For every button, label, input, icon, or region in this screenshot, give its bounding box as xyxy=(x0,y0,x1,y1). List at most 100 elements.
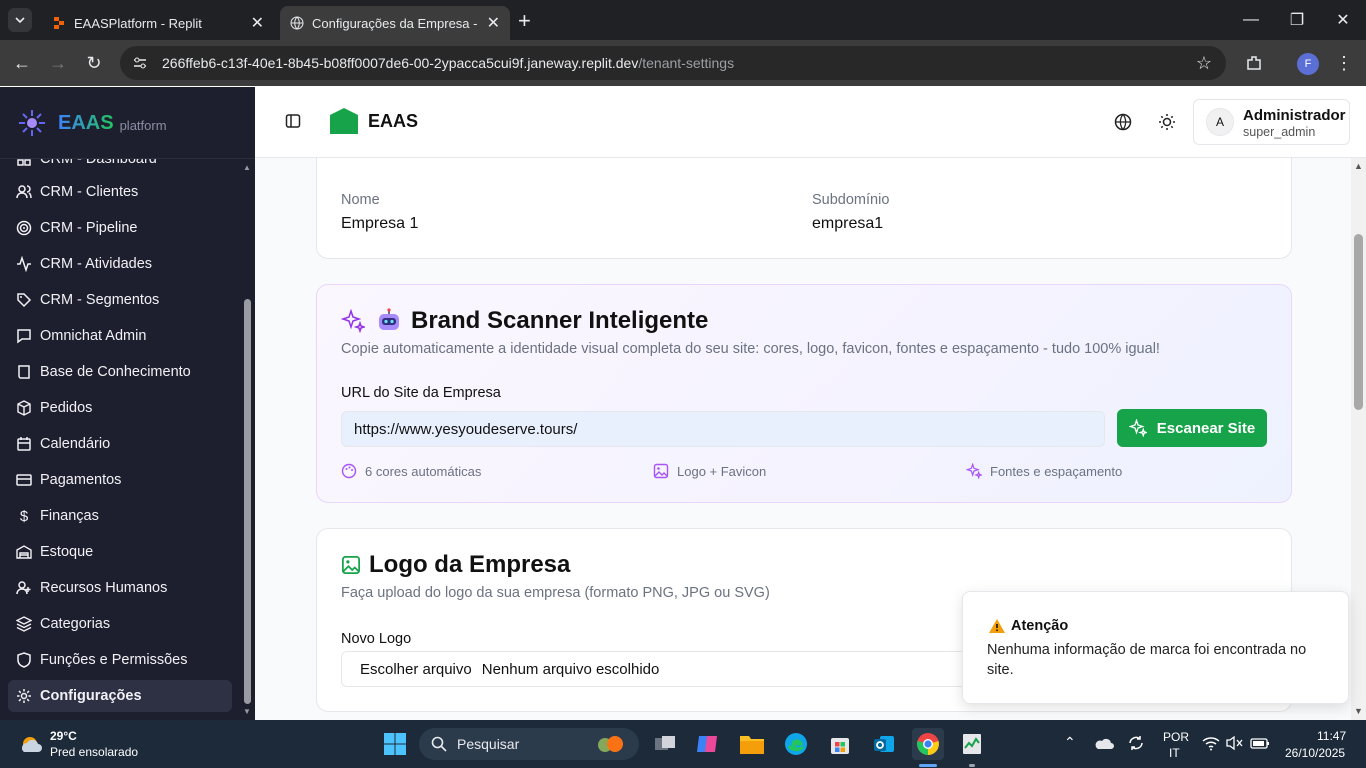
feature-logo-label: Logo + Favicon xyxy=(677,463,767,479)
warehouse-icon xyxy=(16,544,32,560)
sidebar-item-label: Funções e Permissões xyxy=(40,652,188,668)
minimize-button[interactable]: — xyxy=(1228,0,1274,40)
warning-toast[interactable]: Atenção Nenhuma informação de marca foi … xyxy=(962,591,1349,704)
toast-message: Nenhuma informação de marca foi encontra… xyxy=(987,642,1307,678)
sidebar-item-configuracoes[interactable]: Configurações xyxy=(8,680,232,712)
scroll-up-icon[interactable]: ▲ xyxy=(243,163,251,172)
windows-start-icon[interactable] xyxy=(379,728,411,760)
user-menu[interactable]: A Administrador super_admin xyxy=(1193,99,1350,145)
brand-subtitle: platform xyxy=(119,117,167,133)
store-icon[interactable] xyxy=(824,728,856,760)
sidebar-item-funcoes-permissoes[interactable]: Funções e Permissões xyxy=(8,644,232,676)
battery-icon[interactable] xyxy=(1250,735,1270,751)
profile-avatar[interactable]: F xyxy=(1297,53,1319,75)
show-hidden-icons-icon[interactable]: ⌃ xyxy=(1064,734,1076,751)
scroll-up-icon[interactable]: ▲ xyxy=(1354,161,1363,171)
choose-file-button[interactable]: Escolher arquivo xyxy=(360,661,472,678)
sidebar-toggle-icon[interactable] xyxy=(285,113,301,129)
sidebar-item-crm-atividades[interactable]: CRM - Atividades xyxy=(8,248,232,280)
sidebar-item-financas[interactable]: $ Finanças xyxy=(8,500,232,532)
sidebar-item-recursos-humanos[interactable]: Recursos Humanos xyxy=(8,572,232,604)
new-logo-label: Novo Logo xyxy=(341,631,412,647)
sidebar-item-pagamentos[interactable]: Pagamentos xyxy=(8,464,232,496)
scroll-down-icon[interactable]: ▼ xyxy=(243,707,251,716)
new-tab-button[interactable]: + xyxy=(518,8,531,34)
brand[interactable]: EAAS platform xyxy=(16,107,167,139)
sidebar-item-categorias[interactable]: Categorias xyxy=(8,608,232,640)
restore-button[interactable]: ❐ xyxy=(1274,0,1320,40)
chrome-icon[interactable] xyxy=(912,728,944,760)
user-role: super_admin xyxy=(1243,125,1316,139)
sidebar-item-label: CRM - Clientes xyxy=(40,184,139,200)
sidebar-item-pedidos[interactable]: Pedidos xyxy=(8,392,232,424)
main-scroll-thumb[interactable] xyxy=(1354,234,1363,410)
sidebar-item-crm-dashboard[interactable]: CRM - Dashboard xyxy=(8,159,232,175)
sidebar-scroll-thumb[interactable] xyxy=(244,299,251,704)
theme-sun-icon[interactable] xyxy=(1158,113,1176,131)
site-settings-icon[interactable] xyxy=(132,55,148,71)
sparkles-icon xyxy=(966,463,982,479)
calendar-icon xyxy=(16,436,32,452)
sidebar-item-crm-pipeline[interactable]: CRM - Pipeline xyxy=(8,212,232,244)
weather-icon[interactable] xyxy=(18,732,44,756)
card-icon xyxy=(16,472,32,488)
user-avatar: A xyxy=(1206,108,1234,136)
extensions-icon[interactable] xyxy=(1242,51,1266,75)
sidebar-item-omnichat-admin[interactable]: Omnichat Admin xyxy=(8,320,232,352)
back-button[interactable]: ← xyxy=(10,51,34,75)
weather-temp[interactable]: 29°C xyxy=(50,729,77,743)
weather-desc[interactable]: Pred ensolarado xyxy=(50,745,138,759)
url-host: 266ffeb6-c13f-40e1-8b45-b08ff0007de6-00-… xyxy=(162,55,639,71)
website-url-input[interactable]: https://www.yesyoudeserve.tours/ xyxy=(341,411,1105,447)
outlook-icon[interactable] xyxy=(868,728,900,760)
wifi-icon[interactable] xyxy=(1202,735,1220,751)
company-name-label: Nome xyxy=(341,192,380,208)
clock-date[interactable]: 26/10/2025 xyxy=(1285,746,1345,760)
onedrive-icon[interactable] xyxy=(1094,735,1114,751)
input-lang-line2[interactable]: IT xyxy=(1169,746,1180,760)
image-icon xyxy=(342,556,360,574)
main-scrollbar[interactable]: ▲ ▼ xyxy=(1351,158,1366,720)
sidebar-item-base-conhecimento[interactable]: Base de Conhecimento xyxy=(8,356,232,388)
sidebar-item-crm-clientes[interactable]: CRM - Clientes xyxy=(8,176,232,208)
clock-time[interactable]: 11:47 xyxy=(1317,729,1346,743)
close-icon[interactable]: ✕ xyxy=(487,13,500,33)
bookmark-star-icon[interactable]: ☆ xyxy=(1192,51,1216,75)
window-close-button[interactable]: ✕ xyxy=(1320,0,1366,40)
sync-icon[interactable] xyxy=(1127,734,1145,752)
task-view-icon[interactable] xyxy=(649,728,681,760)
sidebar-item-label: CRM - Atividades xyxy=(40,256,153,272)
forward-button[interactable]: → xyxy=(46,51,70,75)
browser-tab-replit[interactable]: EAASPlatform - Replit ✕ xyxy=(42,6,274,40)
language-globe-icon[interactable] xyxy=(1114,113,1132,131)
browser-menu-icon[interactable]: ⋮ xyxy=(1332,51,1356,75)
package-icon xyxy=(16,400,32,416)
taskbar-search[interactable]: Pesquisar xyxy=(419,728,639,760)
dollar-icon: $ xyxy=(19,507,29,525)
sidebar-item-estoque[interactable]: Estoque xyxy=(8,536,232,568)
task-manager-icon[interactable] xyxy=(956,728,988,760)
file-status: Nenhum arquivo escolhido xyxy=(481,660,660,678)
edge-icon[interactable] xyxy=(780,728,812,760)
sidebar-item-crm-segmentos[interactable]: CRM - Segmentos xyxy=(8,284,232,316)
volume-muted-icon[interactable] xyxy=(1226,735,1244,751)
sidebar-item-label: Estoque xyxy=(40,544,94,560)
m365-copilot-icon[interactable] xyxy=(692,728,724,760)
tab-search-button[interactable] xyxy=(8,8,32,32)
sidebar-item-label: CRM - Dashboard xyxy=(40,159,157,167)
tab-title: EAASPlatform - Replit xyxy=(74,15,202,31)
sidebar-scrollbar[interactable]: ▲ ▼ xyxy=(240,159,255,720)
scan-site-button[interactable]: Escanear Site xyxy=(1117,409,1267,447)
app-header: EAAS A Administrador super_admin xyxy=(255,87,1366,158)
browser-tab-settings[interactable]: Configurações da Empresa - EA ✕ xyxy=(280,6,510,40)
company-name-value: Empresa 1 xyxy=(341,215,419,232)
user-group-icon xyxy=(16,580,32,596)
input-lang-line1[interactable]: POR xyxy=(1163,730,1189,744)
sidebar-item-calendario[interactable]: Calendário xyxy=(8,428,232,460)
reload-button[interactable]: ↻ xyxy=(82,51,106,75)
file-explorer-icon[interactable] xyxy=(736,728,768,760)
scroll-down-icon[interactable]: ▼ xyxy=(1354,706,1363,716)
feature-logo: Logo + Favicon xyxy=(653,463,766,479)
address-bar[interactable]: 266ffeb6-c13f-40e1-8b45-b08ff0007de6-00-… xyxy=(120,46,1226,80)
close-icon[interactable]: ✕ xyxy=(251,13,264,33)
